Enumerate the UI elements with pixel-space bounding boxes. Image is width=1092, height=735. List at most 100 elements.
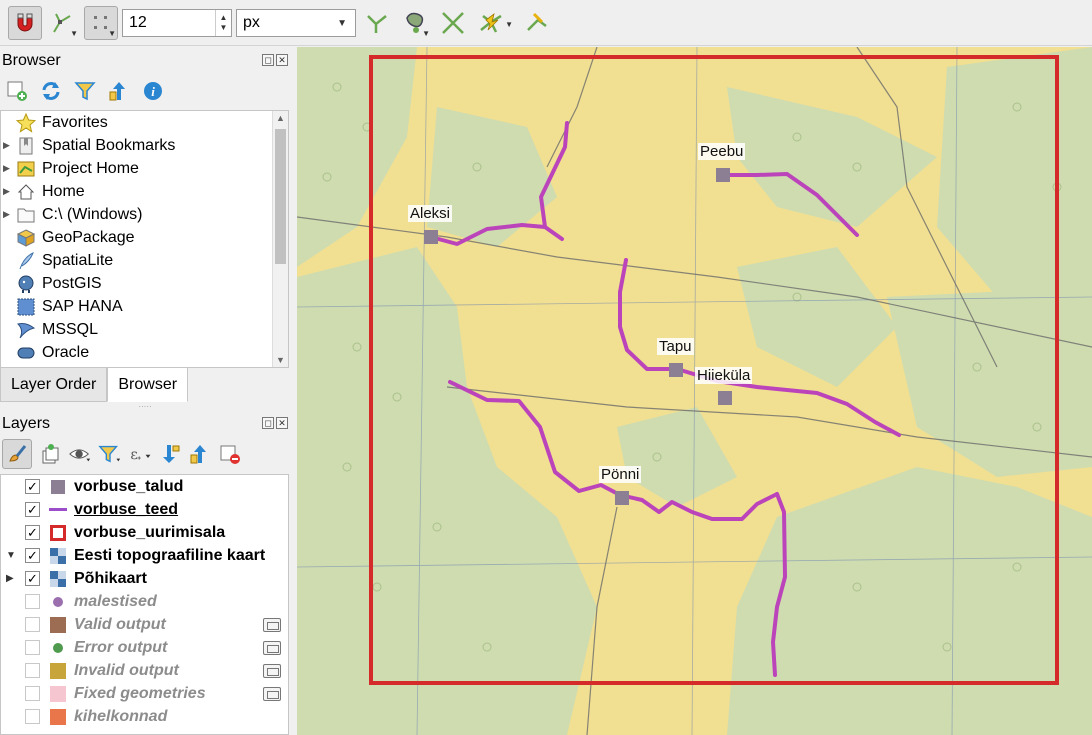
- layer-row-kihelkonnad[interactable]: kihelkonnad: [1, 705, 288, 728]
- browser-panel-header: Browser ◻ ✕: [0, 49, 294, 73]
- avoid-overlap-button[interactable]: ▼: [474, 6, 513, 40]
- panel-buttons: ◻ ✕: [262, 54, 288, 66]
- layer-row-fixed-geometries[interactable]: Fixed geometries: [1, 682, 288, 705]
- chevron-down-icon: ▼: [505, 19, 513, 29]
- expand-arrow-icon[interactable]: ▶: [3, 163, 10, 174]
- snap-grid-button[interactable]: ▼: [84, 5, 118, 40]
- bookmark-icon: [15, 136, 37, 156]
- layer-checkbox[interactable]: ✓: [25, 479, 40, 494]
- layer-row-vorbuse-uurimisala[interactable]: ✓ vorbuse_uurimisala: [1, 521, 288, 544]
- polygon-outline-symbol-icon: [49, 524, 67, 542]
- line-symbol-icon: [49, 501, 67, 519]
- layer-checkbox[interactable]: [25, 640, 40, 655]
- browser-item-home[interactable]: ▶ Home: [1, 180, 288, 203]
- topology-button[interactable]: [360, 6, 394, 40]
- browser-item-project-home[interactable]: ▶ Project Home: [1, 157, 288, 180]
- browser-item-drive-c[interactable]: ▶ C:\ (Windows): [1, 203, 288, 226]
- memory-layer-icon[interactable]: [263, 663, 281, 678]
- map-canvas[interactable]: Aleksi Peebu Tapu Hiieküla Pönni: [297, 47, 1092, 735]
- visibility-button[interactable]: [68, 442, 92, 466]
- memory-layer-icon[interactable]: [263, 617, 281, 632]
- browser-item-postgis[interactable]: PostGIS: [1, 272, 288, 295]
- add-layer-button[interactable]: [5, 79, 29, 103]
- tab-browser[interactable]: Browser: [107, 368, 189, 402]
- point-symbol-icon: [49, 639, 67, 657]
- scrollbar-thumb[interactable]: [275, 129, 286, 264]
- layer-row-valid-output[interactable]: Valid output: [1, 613, 288, 636]
- magnet-icon: [17, 13, 33, 31]
- browser-item-mssql[interactable]: MSSQL: [1, 318, 288, 341]
- browser-item-spatialite[interactable]: SpatiaLite: [1, 249, 288, 272]
- scroll-up-icon[interactable]: ▲: [276, 113, 285, 123]
- expand-arrow-icon[interactable]: ▶: [3, 186, 10, 197]
- properties-button[interactable]: i: [141, 79, 165, 103]
- expand-arrow-icon[interactable]: ▶: [3, 209, 10, 220]
- layer-checkbox[interactable]: [25, 709, 40, 724]
- snap-unit-select[interactable]: px ▼: [236, 8, 356, 37]
- layer-name: Invalid output: [74, 661, 179, 679]
- layer-checkbox[interactable]: [25, 686, 40, 701]
- layer-checkbox[interactable]: ✓: [25, 525, 40, 540]
- collapse-arrow-icon[interactable]: ▼: [6, 550, 16, 561]
- drive-icon: [15, 205, 37, 225]
- browser-item-oracle[interactable]: Oracle: [1, 341, 288, 364]
- float-panel-icon[interactable]: ◻: [262, 54, 274, 66]
- info-icon: i: [144, 82, 162, 100]
- mssql-icon: [15, 320, 37, 340]
- spin-arrows[interactable]: ▲ ▼: [215, 9, 231, 36]
- expand-arrow-icon[interactable]: ▶: [3, 140, 10, 151]
- browser-item-label: Spatial Bookmarks: [42, 136, 176, 154]
- close-panel-icon[interactable]: ✕: [276, 417, 288, 429]
- layer-checkbox[interactable]: [25, 617, 40, 632]
- expression-filter-button[interactable]: ε: [128, 442, 152, 466]
- snapping-magnet-button[interactable]: [8, 5, 42, 40]
- filter-legend-button[interactable]: [98, 442, 122, 466]
- panel-splitter[interactable]: ·····: [130, 403, 160, 411]
- layer-row-error-output[interactable]: Error output: [1, 636, 288, 659]
- remove-layer-button[interactable]: [218, 442, 242, 466]
- layer-checkbox[interactable]: [25, 594, 40, 609]
- close-panel-icon[interactable]: ✕: [276, 54, 288, 66]
- collapse-all-button[interactable]: [107, 79, 131, 103]
- memory-layer-icon[interactable]: [263, 686, 281, 701]
- intersection-button[interactable]: [436, 6, 470, 40]
- chevron-down-icon: ▼: [108, 28, 116, 38]
- browser-item-favorites[interactable]: Favorites: [1, 111, 288, 134]
- browser-item-geopackage[interactable]: GeoPackage: [1, 226, 288, 249]
- browser-scrollbar[interactable]: ▲ ▼: [272, 111, 288, 367]
- layer-checkbox[interactable]: ✓: [25, 548, 40, 563]
- browser-panel-title: Browser: [2, 52, 61, 69]
- expand-arrow-icon[interactable]: ▶: [6, 573, 14, 584]
- trace-button[interactable]: ▼: [398, 6, 432, 40]
- layer-row-vorbuse-teed[interactable]: ✓ vorbuse_teed: [1, 498, 288, 521]
- style-panel-button[interactable]: [2, 439, 32, 469]
- layer-row-vorbuse-talud[interactable]: ✓ vorbuse_talud: [1, 475, 288, 498]
- layer-row-eesti-topo[interactable]: ▼ ✓ Eesti topograafiline kaart: [1, 544, 288, 567]
- layer-checkbox[interactable]: ✓: [25, 571, 40, 586]
- add-group-button[interactable]: [38, 442, 62, 466]
- geopackage-icon: [15, 228, 37, 248]
- browser-item-label: PostGIS: [42, 274, 102, 292]
- self-snap-button[interactable]: [520, 6, 554, 40]
- float-panel-icon[interactable]: ◻: [262, 417, 274, 429]
- layer-checkbox[interactable]: ✓: [25, 502, 40, 517]
- layer-row-pohikaart[interactable]: ▶ ✓ Põhikaart: [1, 567, 288, 590]
- collapse-all-layers-button[interactable]: [188, 442, 212, 466]
- square-symbol-icon: [49, 662, 67, 680]
- layer-name: Valid output: [74, 615, 166, 633]
- browser-item-sap-hana[interactable]: SAP HANA: [1, 295, 288, 318]
- layer-checkbox[interactable]: [25, 663, 40, 678]
- collapse-icon: [190, 445, 206, 464]
- vertex-snap-button[interactable]: ▼: [46, 6, 80, 40]
- memory-layer-icon[interactable]: [263, 640, 281, 655]
- tab-layer-order[interactable]: Layer Order: [0, 368, 108, 402]
- expand-all-button[interactable]: [158, 442, 182, 466]
- refresh-button[interactable]: [39, 79, 63, 103]
- snap-tolerance-input[interactable]: 12 ▲ ▼: [122, 8, 232, 37]
- scroll-down-icon[interactable]: ▼: [276, 355, 285, 365]
- farm-label-tapu: Tapu: [657, 338, 694, 355]
- filter-button[interactable]: [73, 79, 97, 103]
- browser-item-spatial-bookmarks[interactable]: ▶ Spatial Bookmarks: [1, 134, 288, 157]
- layer-row-invalid-output[interactable]: Invalid output: [1, 659, 288, 682]
- layer-row-malestised[interactable]: malestised: [1, 590, 288, 613]
